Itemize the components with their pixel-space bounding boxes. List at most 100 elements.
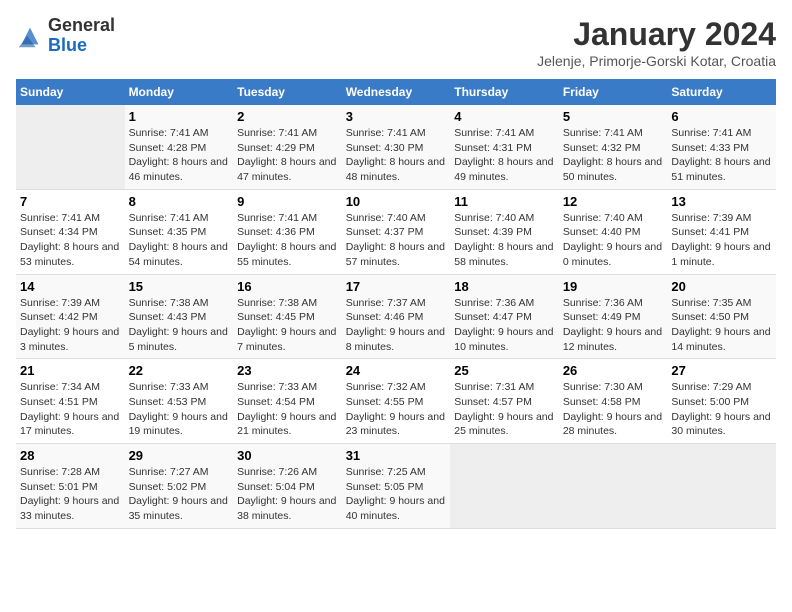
day-number: 27 (671, 363, 772, 378)
calendar-cell: 3 Sunrise: 7:41 AM Sunset: 4:30 PM Daylig… (342, 105, 451, 189)
day-detail: Sunrise: 7:40 AM Sunset: 4:40 PM Dayligh… (563, 211, 664, 270)
header-sunday: Sunday (16, 79, 125, 105)
calendar-cell: 23 Sunrise: 7:33 AM Sunset: 4:54 PM Dayli… (233, 359, 342, 444)
calendar-cell: 11Sunrise: 7:40 AM Sunset: 4:39 PM Dayli… (450, 189, 559, 274)
calendar-cell (559, 444, 668, 529)
week-row-2: 7Sunrise: 7:41 AM Sunset: 4:34 PM Daylig… (16, 189, 776, 274)
week-row-4: 21 Sunrise: 7:34 AM Sunset: 4:51 PM Dayli… (16, 359, 776, 444)
location-text: Jelenje, Primorje-Gorski Kotar, Croatia (537, 53, 776, 69)
logo-icon (16, 22, 44, 50)
calendar-cell: 29 Sunrise: 7:27 AM Sunset: 5:02 PM Dayli… (125, 444, 234, 529)
calendar-cell: 28 Sunrise: 7:28 AM Sunset: 5:01 PM Dayli… (16, 444, 125, 529)
day-detail: Sunrise: 7:27 AM Sunset: 5:02 PM Dayligh… (129, 465, 230, 524)
day-detail: Sunrise: 7:30 AM Sunset: 4:58 PM Dayligh… (563, 380, 664, 439)
calendar-cell: 7Sunrise: 7:41 AM Sunset: 4:34 PM Daylig… (16, 189, 125, 274)
day-detail: Sunrise: 7:41 AM Sunset: 4:36 PM Dayligh… (237, 211, 338, 270)
day-number: 1 (129, 109, 230, 124)
day-number: 26 (563, 363, 664, 378)
day-detail: Sunrise: 7:38 AM Sunset: 4:45 PM Dayligh… (237, 296, 338, 355)
calendar-cell: 10Sunrise: 7:40 AM Sunset: 4:37 PM Dayli… (342, 189, 451, 274)
calendar-cell (450, 444, 559, 529)
day-number: 8 (129, 194, 230, 209)
day-number: 13 (671, 194, 772, 209)
calendar-cell: 17 Sunrise: 7:37 AM Sunset: 4:46 PM Dayli… (342, 274, 451, 359)
day-number: 30 (237, 448, 338, 463)
day-number: 17 (346, 279, 447, 294)
day-number: 16 (237, 279, 338, 294)
day-number: 28 (20, 448, 121, 463)
day-number: 29 (129, 448, 230, 463)
day-number: 12 (563, 194, 664, 209)
calendar-cell: 12 Sunrise: 7:40 AM Sunset: 4:40 PM Dayli… (559, 189, 668, 274)
calendar-cell: 26 Sunrise: 7:30 AM Sunset: 4:58 PM Dayli… (559, 359, 668, 444)
day-detail: Sunrise: 7:33 AM Sunset: 4:53 PM Dayligh… (129, 380, 230, 439)
day-detail: Sunrise: 7:38 AM Sunset: 4:43 PM Dayligh… (129, 296, 230, 355)
day-detail: Sunrise: 7:37 AM Sunset: 4:46 PM Dayligh… (346, 296, 447, 355)
calendar-cell: 18 Sunrise: 7:36 AM Sunset: 4:47 PM Dayli… (450, 274, 559, 359)
header-monday: Monday (125, 79, 234, 105)
day-number: 9 (237, 194, 338, 209)
logo-general-text: General (48, 16, 115, 36)
calendar-cell (667, 444, 776, 529)
calendar-cell: 25Sunrise: 7:31 AM Sunset: 4:57 PM Dayli… (450, 359, 559, 444)
day-detail: Sunrise: 7:39 AM Sunset: 4:42 PM Dayligh… (20, 296, 121, 355)
logo-blue-text: Blue (48, 36, 115, 56)
day-number: 22 (129, 363, 230, 378)
day-detail: Sunrise: 7:41 AM Sunset: 4:30 PM Dayligh… (346, 126, 447, 185)
title-area: January 2024 Jelenje, Primorje-Gorski Ko… (537, 16, 776, 69)
calendar-table: SundayMondayTuesdayWednesdayThursdayFrid… (16, 79, 776, 529)
day-detail: Sunrise: 7:35 AM Sunset: 4:50 PM Dayligh… (671, 296, 772, 355)
day-number: 18 (454, 279, 555, 294)
day-detail: Sunrise: 7:26 AM Sunset: 5:04 PM Dayligh… (237, 465, 338, 524)
day-detail: Sunrise: 7:33 AM Sunset: 4:54 PM Dayligh… (237, 380, 338, 439)
day-number: 31 (346, 448, 447, 463)
page-header: General Blue January 2024 Jelenje, Primo… (16, 16, 776, 69)
header-tuesday: Tuesday (233, 79, 342, 105)
calendar-cell: 21 Sunrise: 7:34 AM Sunset: 4:51 PM Dayli… (16, 359, 125, 444)
calendar-cell: 31Sunrise: 7:25 AM Sunset: 5:05 PM Dayli… (342, 444, 451, 529)
calendar-cell: 6 Sunrise: 7:41 AM Sunset: 4:33 PM Daylig… (667, 105, 776, 189)
calendar-cell: 9 Sunrise: 7:41 AM Sunset: 4:36 PM Daylig… (233, 189, 342, 274)
day-detail: Sunrise: 7:39 AM Sunset: 4:41 PM Dayligh… (671, 211, 772, 270)
logo: General Blue (16, 16, 115, 56)
calendar-cell (16, 105, 125, 189)
calendar-cell: 20Sunrise: 7:35 AM Sunset: 4:50 PM Dayli… (667, 274, 776, 359)
day-number: 5 (563, 109, 664, 124)
day-number: 4 (454, 109, 555, 124)
calendar-cell: 24Sunrise: 7:32 AM Sunset: 4:55 PM Dayli… (342, 359, 451, 444)
calendar-cell: 14 Sunrise: 7:39 AM Sunset: 4:42 PM Dayli… (16, 274, 125, 359)
day-number: 15 (129, 279, 230, 294)
calendar-cell: 5 Sunrise: 7:41 AM Sunset: 4:32 PM Daylig… (559, 105, 668, 189)
day-detail: Sunrise: 7:28 AM Sunset: 5:01 PM Dayligh… (20, 465, 121, 524)
day-detail: Sunrise: 7:36 AM Sunset: 4:49 PM Dayligh… (563, 296, 664, 355)
day-detail: Sunrise: 7:41 AM Sunset: 4:28 PM Dayligh… (129, 126, 230, 185)
month-title: January 2024 (537, 16, 776, 53)
week-row-5: 28 Sunrise: 7:28 AM Sunset: 5:01 PM Dayli… (16, 444, 776, 529)
day-number: 14 (20, 279, 121, 294)
calendar-cell: 4Sunrise: 7:41 AM Sunset: 4:31 PM Daylig… (450, 105, 559, 189)
days-header-row: SundayMondayTuesdayWednesdayThursdayFrid… (16, 79, 776, 105)
day-detail: Sunrise: 7:29 AM Sunset: 5:00 PM Dayligh… (671, 380, 772, 439)
calendar-cell: 13 Sunrise: 7:39 AM Sunset: 4:41 PM Dayli… (667, 189, 776, 274)
week-row-1: 1 Sunrise: 7:41 AM Sunset: 4:28 PM Daylig… (16, 105, 776, 189)
day-number: 23 (237, 363, 338, 378)
logo-text: General Blue (48, 16, 115, 56)
header-wednesday: Wednesday (342, 79, 451, 105)
day-number: 19 (563, 279, 664, 294)
day-detail: Sunrise: 7:32 AM Sunset: 4:55 PM Dayligh… (346, 380, 447, 439)
day-detail: Sunrise: 7:34 AM Sunset: 4:51 PM Dayligh… (20, 380, 121, 439)
day-number: 6 (671, 109, 772, 124)
day-detail: Sunrise: 7:41 AM Sunset: 4:33 PM Dayligh… (671, 126, 772, 185)
calendar-cell: 27 Sunrise: 7:29 AM Sunset: 5:00 PM Dayli… (667, 359, 776, 444)
week-row-3: 14 Sunrise: 7:39 AM Sunset: 4:42 PM Dayli… (16, 274, 776, 359)
header-friday: Friday (559, 79, 668, 105)
day-detail: Sunrise: 7:31 AM Sunset: 4:57 PM Dayligh… (454, 380, 555, 439)
day-number: 11 (454, 194, 555, 209)
day-detail: Sunrise: 7:36 AM Sunset: 4:47 PM Dayligh… (454, 296, 555, 355)
day-number: 2 (237, 109, 338, 124)
day-detail: Sunrise: 7:41 AM Sunset: 4:32 PM Dayligh… (563, 126, 664, 185)
calendar-cell: 8Sunrise: 7:41 AM Sunset: 4:35 PM Daylig… (125, 189, 234, 274)
calendar-cell: 1 Sunrise: 7:41 AM Sunset: 4:28 PM Daylig… (125, 105, 234, 189)
day-number: 3 (346, 109, 447, 124)
day-number: 21 (20, 363, 121, 378)
